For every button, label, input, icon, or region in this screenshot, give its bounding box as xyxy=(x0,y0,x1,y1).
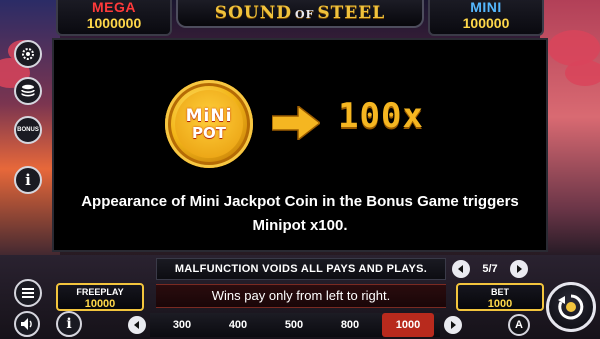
spin-icon xyxy=(558,294,584,320)
autoplay-button[interactable]: A xyxy=(508,314,530,336)
sound-button[interactable] xyxy=(14,311,40,337)
chevron-right-icon xyxy=(451,321,456,329)
bet-option[interactable]: 400 xyxy=(212,313,264,337)
mini-jackpot-coin: MiNi POT xyxy=(165,80,253,168)
game-logo: SOUND OF STEEL xyxy=(176,0,424,28)
help-button[interactable]: i xyxy=(56,311,82,337)
mega-value: 1000000 xyxy=(86,15,142,31)
freeplay-display: FREEPLAY 10000 xyxy=(56,283,144,311)
bet-option-selected[interactable]: 1000 xyxy=(382,313,434,337)
bonus-button[interactable]: BONUS xyxy=(14,116,42,144)
page-indicator: 5/7 xyxy=(482,263,498,275)
mini-jackpot: MINI 100000 xyxy=(428,0,544,36)
logo-word-1: SOUND xyxy=(214,3,292,23)
wins-rule-banner: Wins pay only from left to right. xyxy=(156,284,446,308)
top-bar: MEGA 1000000 SOUND OF STEEL MINI 100000 xyxy=(0,0,600,36)
payout-multiplier: 100x xyxy=(338,96,424,136)
coin-text-top: MiNi xyxy=(185,105,233,126)
gear-icon xyxy=(22,48,34,60)
paytable-description: Appearance of Mini Jackpot Coin in the B… xyxy=(81,193,519,234)
coin-text-bottom: POT xyxy=(192,123,226,142)
spin-button[interactable] xyxy=(546,282,596,332)
bet-option[interactable]: 800 xyxy=(324,313,376,337)
menu-button[interactable] xyxy=(14,279,42,307)
speaker-icon xyxy=(21,318,32,330)
autoplay-label: A xyxy=(515,319,523,331)
info-icon: i xyxy=(25,171,31,189)
bonus-label: BONUS xyxy=(17,127,39,133)
chevron-right-icon xyxy=(516,265,522,273)
info-icon: i xyxy=(66,316,72,332)
bet-value: 1000 xyxy=(487,298,513,310)
hamburger-icon xyxy=(22,288,34,298)
mini-value: 100000 xyxy=(462,15,510,31)
bet-selector: 300 400 500 800 1000 xyxy=(150,313,440,337)
disclaimer-strip: MALFUNCTION VOIDS ALL PAYS AND PLAYS. xyxy=(156,258,446,280)
settings-button[interactable] xyxy=(14,40,42,68)
bet-option[interactable]: 500 xyxy=(268,313,320,337)
coin-stack-icon xyxy=(21,84,35,97)
paytable-pager: 5/7 xyxy=(452,258,528,280)
logo-word-2: OF xyxy=(295,8,315,21)
bet-label: BET xyxy=(491,287,509,297)
logo-word-3: STEEL xyxy=(317,3,386,23)
malfunction-text: MALFUNCTION VOIDS ALL PAYS AND PLAYS. xyxy=(174,263,428,275)
chevron-left-icon xyxy=(458,265,463,273)
bet-option[interactable]: 300 xyxy=(156,313,208,337)
coin-face: MiNi POT xyxy=(175,90,243,158)
arrow-right-icon xyxy=(272,106,320,140)
freeplay-label: FREEPLAY xyxy=(76,287,124,297)
info-button[interactable]: i xyxy=(14,166,42,194)
chevron-left-icon xyxy=(134,321,139,329)
mini-label: MINI xyxy=(470,0,502,15)
bet-decrease-button[interactable] xyxy=(128,316,146,334)
mega-jackpot: MEGA 1000000 xyxy=(56,0,172,36)
bet-increase-button[interactable] xyxy=(444,316,462,334)
freeplay-value: 10000 xyxy=(84,298,116,310)
mega-label: MEGA xyxy=(92,0,136,15)
next-page-button[interactable] xyxy=(509,260,528,278)
prev-page-button[interactable] xyxy=(452,260,470,278)
coins-button[interactable] xyxy=(14,77,42,105)
bet-display: BET 1000 xyxy=(456,283,544,311)
blossom-tree xyxy=(565,60,600,86)
